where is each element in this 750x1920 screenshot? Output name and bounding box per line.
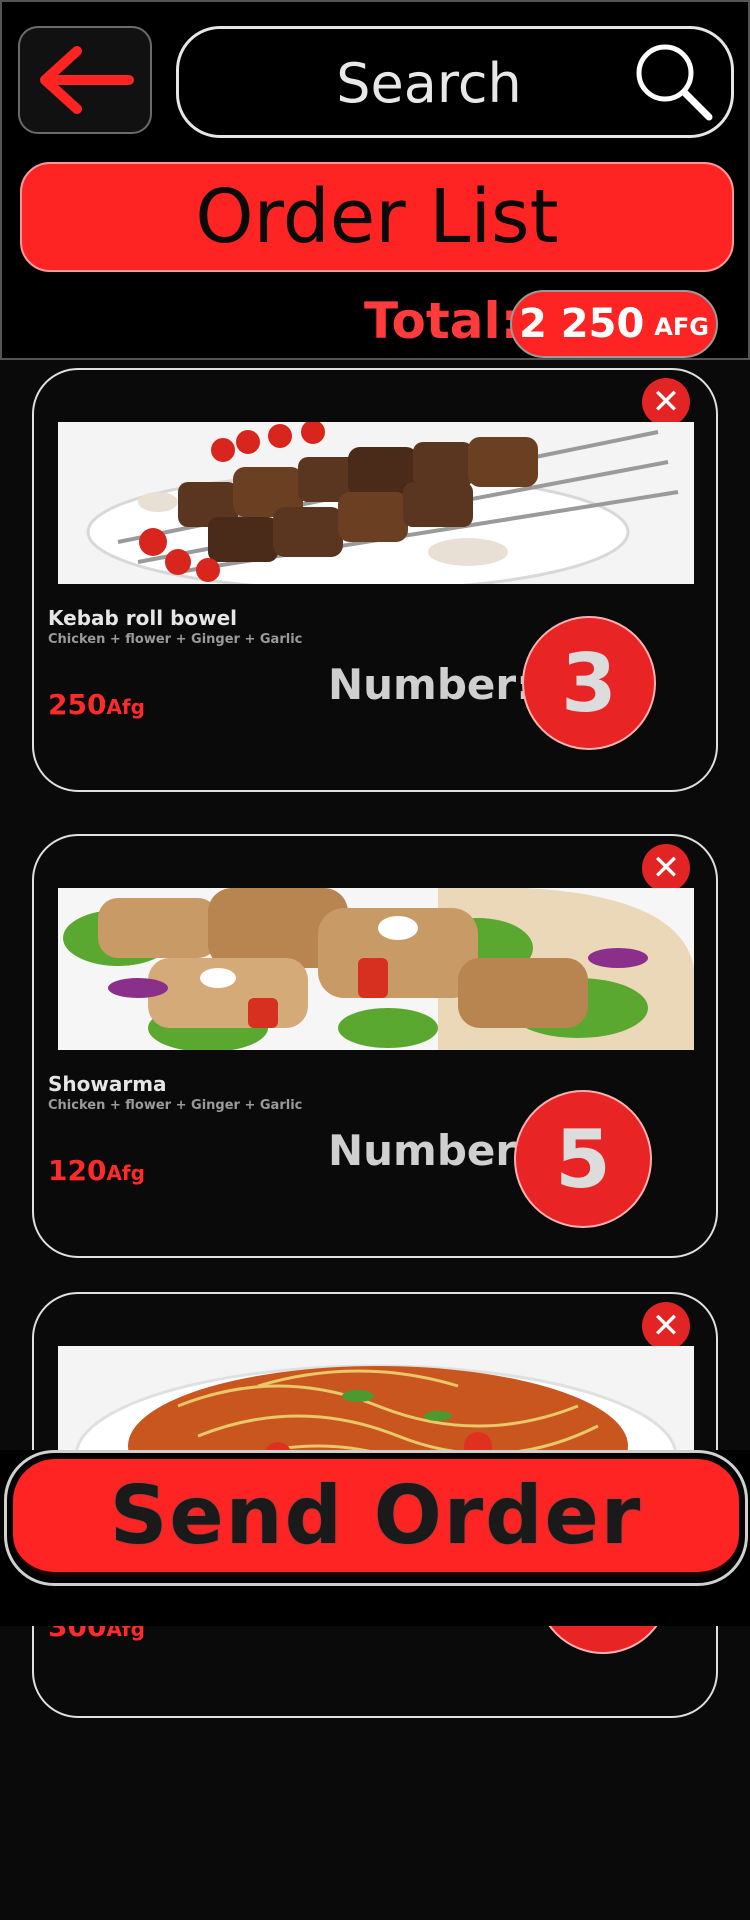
footer-bar: Send Order	[0, 1450, 750, 1626]
food-image-showarma	[58, 888, 694, 1050]
food-image-kebab	[58, 422, 694, 584]
item-price: 120Afg	[48, 1154, 145, 1187]
item-name: Kebab roll bowel	[48, 606, 238, 630]
item-name: Showarma	[48, 1072, 167, 1096]
price-value: 250	[48, 688, 107, 721]
quantity-badge[interactable]: 5	[514, 1090, 652, 1228]
order-item-card: ✕ Kebab roll bowel Chicken + flower + Gi…	[32, 368, 718, 792]
item-price: 250Afg	[48, 688, 145, 721]
close-icon: ✕	[651, 848, 681, 888]
number-label: Number:	[328, 1126, 533, 1175]
arrow-left-icon	[40, 46, 134, 114]
search-input[interactable]	[239, 43, 619, 123]
total-currency: AFG	[654, 313, 709, 341]
total-label: Total:	[364, 292, 521, 350]
search-bar	[176, 26, 734, 138]
price-unit: Afg	[106, 695, 145, 719]
item-description: Chicken + flower + Ginger + Garlic	[48, 1098, 303, 1113]
back-button[interactable]	[18, 26, 152, 134]
close-icon: ✕	[651, 382, 681, 422]
search-icon[interactable]	[631, 39, 717, 125]
page-title: Order List	[195, 174, 559, 260]
send-order-button[interactable]: Send Order	[4, 1450, 748, 1586]
price-unit: Afg	[106, 1161, 145, 1185]
send-order-button-face: Send Order	[13, 1459, 739, 1577]
total-amount: 2 250	[519, 301, 645, 347]
remove-item-button[interactable]: ✕	[642, 1302, 690, 1350]
item-description: Chicken + flower + Ginger + Garlic	[48, 632, 303, 647]
remove-item-button[interactable]: ✕	[642, 378, 690, 426]
page-title-bar: Order List	[20, 162, 734, 272]
send-order-label: Send Order	[109, 1469, 643, 1562]
number-label: Number:	[328, 660, 533, 709]
total-badge: 2 250 AFG	[510, 290, 718, 358]
remove-item-button[interactable]: ✕	[642, 844, 690, 892]
price-value: 120	[48, 1154, 107, 1187]
order-item-card: ✕ Showarma Chicken + flower + Ginger + G…	[32, 834, 718, 1258]
header: Order List Total: 2 250 AFG	[0, 0, 750, 360]
quantity-badge[interactable]: 3	[522, 616, 656, 750]
close-icon: ✕	[651, 1306, 681, 1346]
